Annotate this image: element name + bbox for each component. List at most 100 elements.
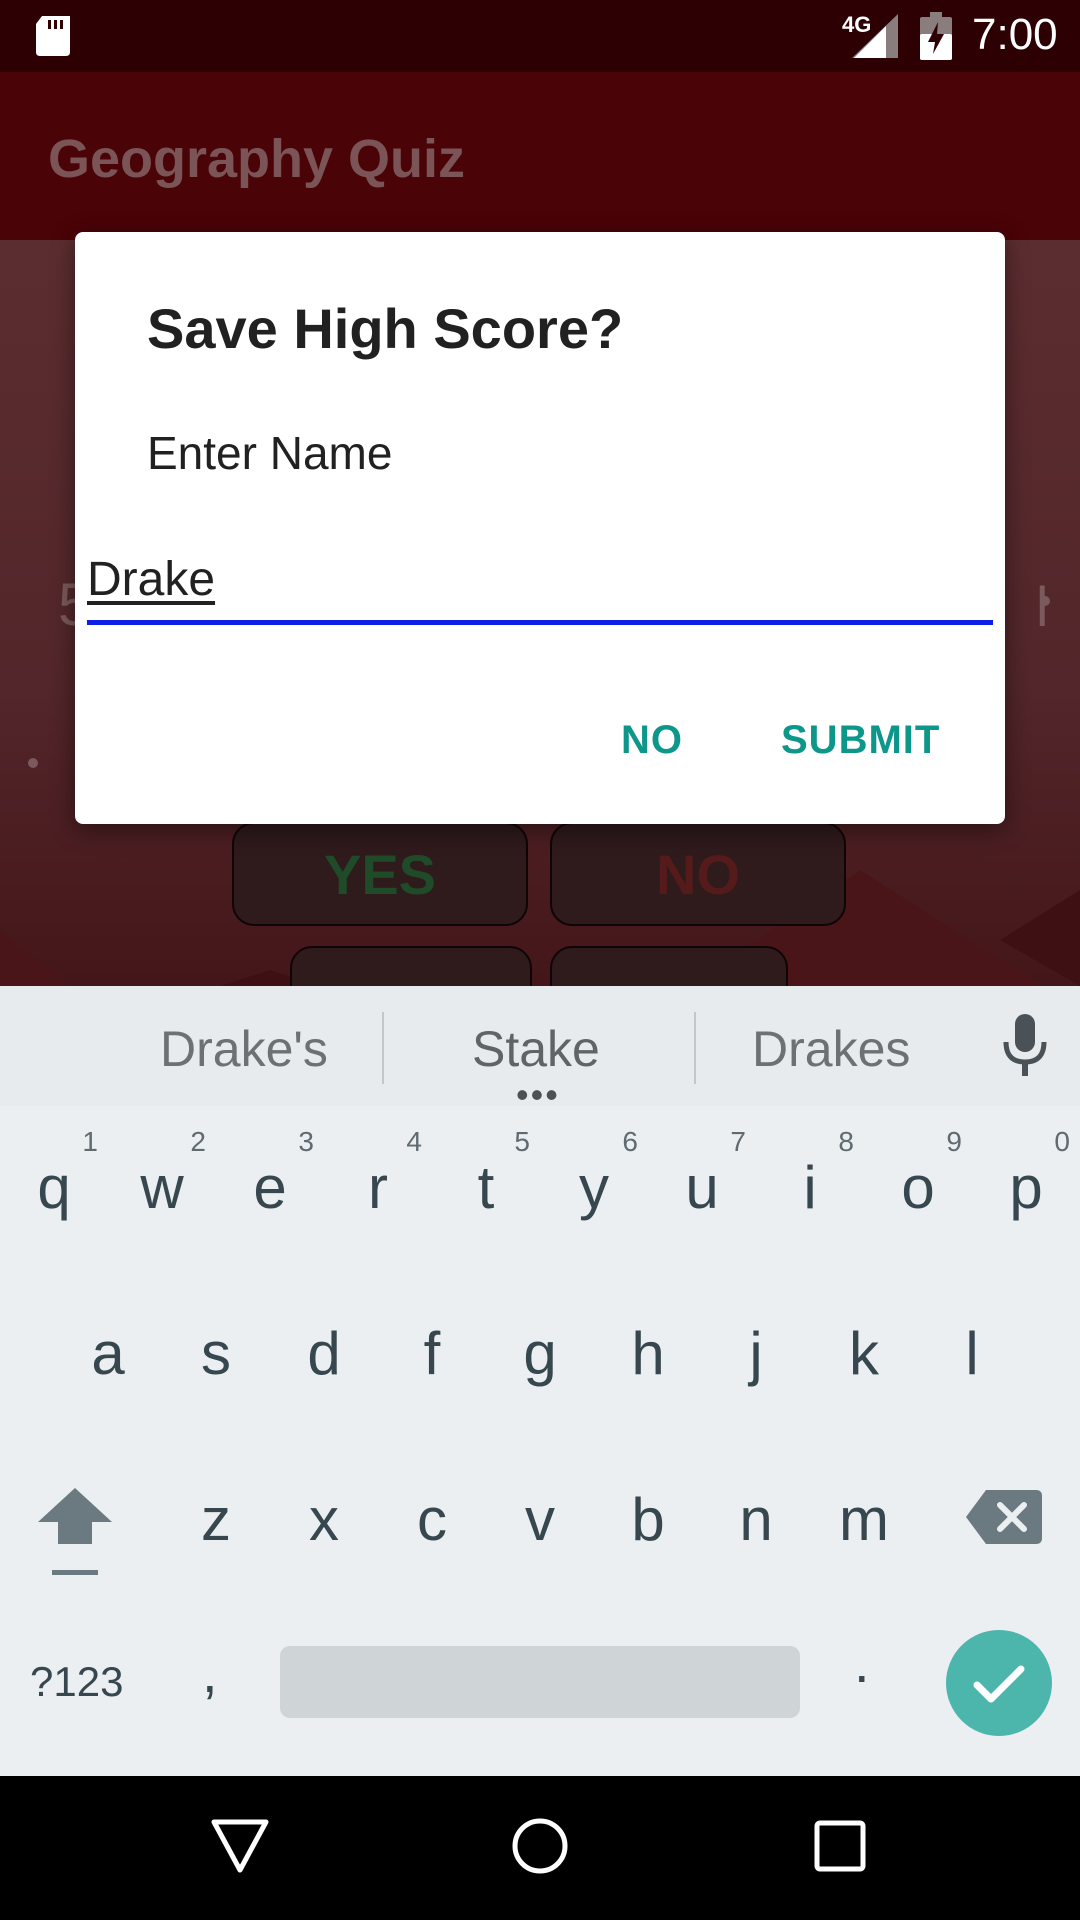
key-label: q xyxy=(37,1153,71,1221)
submit-button[interactable]: SUBMIT xyxy=(781,718,940,763)
key-label: x xyxy=(309,1485,339,1553)
home-icon[interactable] xyxy=(510,1816,570,1876)
key-label: w xyxy=(140,1153,184,1221)
background-partial-text-right: l xyxy=(1036,575,1049,638)
key-label: p xyxy=(1009,1153,1043,1221)
shift-icon[interactable] xyxy=(38,1488,112,1578)
key-label: h xyxy=(631,1319,665,1387)
no-answer-button: NO xyxy=(550,822,846,926)
key-j[interactable]: j xyxy=(706,1278,806,1428)
key-k[interactable]: k xyxy=(814,1278,914,1428)
symbols-key[interactable]: ?123 xyxy=(30,1658,123,1706)
background-dot xyxy=(28,758,38,768)
key-e[interactable]: e3 xyxy=(220,1112,320,1262)
suggestion-item[interactable]: Drakes xyxy=(752,1020,910,1078)
key-b[interactable]: b xyxy=(598,1444,698,1594)
key-m[interactable]: m xyxy=(814,1444,914,1594)
save-score-dialog: Save High Score? Enter Name NO SUBMIT xyxy=(75,232,1005,824)
key-z[interactable]: z xyxy=(166,1444,266,1594)
key-hint: 3 xyxy=(298,1126,314,1157)
key-label: u xyxy=(685,1153,719,1221)
key-label: a xyxy=(91,1319,125,1387)
name-input[interactable] xyxy=(87,550,993,608)
key-label: c xyxy=(417,1485,447,1553)
key-label: m xyxy=(839,1485,889,1553)
status-bar: 4G 7:00 xyxy=(0,0,1080,72)
period-key[interactable]: . xyxy=(854,1630,870,1695)
space-key[interactable] xyxy=(280,1646,800,1718)
key-o[interactable]: o9 xyxy=(868,1112,968,1262)
key-t[interactable]: t5 xyxy=(436,1112,536,1262)
answer-button xyxy=(290,946,532,986)
key-label: j xyxy=(749,1319,763,1387)
key-a[interactable]: a xyxy=(58,1278,158,1428)
suggestion-item[interactable]: Drake's xyxy=(160,1020,328,1078)
checkmark-icon xyxy=(973,1665,1025,1703)
key-hint: 2 xyxy=(190,1126,206,1157)
key-label: o xyxy=(901,1153,935,1221)
back-icon[interactable] xyxy=(210,1816,270,1876)
key-hint: 1 xyxy=(82,1126,98,1157)
key-hint: 5 xyxy=(514,1126,530,1157)
key-hint: 4 xyxy=(406,1126,422,1157)
backspace-icon[interactable] xyxy=(966,1490,1042,1544)
battery-charging-icon xyxy=(920,12,952,60)
answer-button xyxy=(550,946,788,986)
key-p[interactable]: p0 xyxy=(976,1112,1076,1262)
app-bar: Geography Quiz xyxy=(0,72,1080,240)
enter-key[interactable] xyxy=(946,1630,1052,1736)
no-button[interactable]: NO xyxy=(621,718,683,763)
input-underline xyxy=(87,620,993,625)
app-title: Geography Quiz xyxy=(48,129,466,189)
key-label: b xyxy=(631,1485,665,1553)
key-w[interactable]: w2 xyxy=(112,1112,212,1262)
key-label: i xyxy=(803,1153,817,1221)
key-label: s xyxy=(201,1319,231,1387)
comma-key[interactable]: , xyxy=(202,1640,218,1705)
key-s[interactable]: s xyxy=(166,1278,266,1428)
microphone-icon[interactable] xyxy=(1000,1014,1050,1078)
signal-icon xyxy=(852,14,898,58)
key-f[interactable]: f xyxy=(382,1278,482,1428)
key-label: k xyxy=(849,1319,879,1387)
key-label: n xyxy=(739,1485,773,1553)
key-label: g xyxy=(523,1319,557,1387)
suggestion-divider xyxy=(382,1012,384,1084)
key-label: t xyxy=(477,1153,495,1221)
recents-icon[interactable] xyxy=(814,1820,866,1872)
key-label: e xyxy=(253,1153,287,1221)
key-u[interactable]: u7 xyxy=(652,1112,752,1262)
key-label: f xyxy=(423,1319,441,1387)
no-answer-label: NO xyxy=(656,842,740,906)
key-q[interactable]: q1 xyxy=(4,1112,104,1262)
key-hint: 6 xyxy=(622,1126,638,1157)
yes-answer-label: YES xyxy=(323,842,437,906)
key-label: r xyxy=(368,1153,388,1221)
key-y[interactable]: y6 xyxy=(544,1112,644,1262)
key-x[interactable]: x xyxy=(274,1444,374,1594)
key-h[interactable]: h xyxy=(598,1278,698,1428)
key-n[interactable]: n xyxy=(706,1444,806,1594)
key-v[interactable]: v xyxy=(490,1444,590,1594)
key-label: y xyxy=(579,1153,609,1221)
sd-card-icon xyxy=(36,16,70,56)
yes-answer-button: YES xyxy=(232,822,528,926)
navigation-bar xyxy=(0,1776,1080,1920)
key-r[interactable]: r4 xyxy=(328,1112,428,1262)
suggestion-item[interactable]: Stake xyxy=(472,1020,600,1078)
key-hint: 9 xyxy=(946,1126,962,1157)
key-g[interactable]: g xyxy=(490,1278,590,1428)
clock: 7:00 xyxy=(972,10,1058,59)
dialog-title: Save High Score? xyxy=(147,297,624,360)
key-label: z xyxy=(201,1485,231,1553)
key-l[interactable]: l xyxy=(922,1278,1022,1428)
key-i[interactable]: i8 xyxy=(760,1112,860,1262)
key-label: v xyxy=(525,1485,555,1553)
more-suggestions-indicator[interactable]: ••• xyxy=(516,1074,560,1116)
suggestion-divider xyxy=(694,1012,696,1084)
key-label: l xyxy=(965,1319,979,1387)
dialog-message: Enter Name xyxy=(147,427,393,479)
key-d[interactable]: d xyxy=(274,1278,374,1428)
key-hint: 0 xyxy=(1054,1126,1070,1157)
key-c[interactable]: c xyxy=(382,1444,482,1594)
